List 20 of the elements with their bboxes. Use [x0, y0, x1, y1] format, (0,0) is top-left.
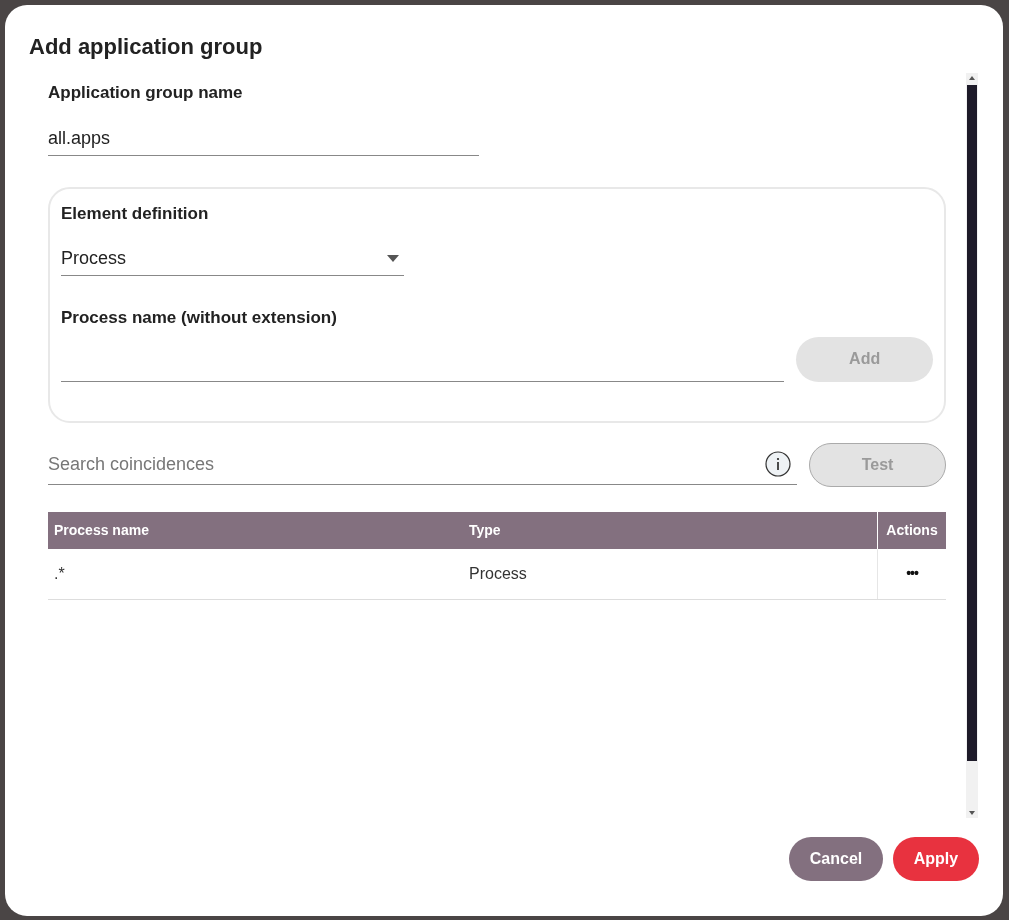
- column-header: Actions: [885, 520, 939, 540]
- table-cell-text: .*: [53, 563, 66, 584]
- field-label: Process name (without extension): [61, 307, 338, 329]
- scrollbar-thumb[interactable]: [967, 85, 977, 761]
- table-cell: Process: [463, 548, 878, 599]
- type-select[interactable]: Process: [61, 242, 404, 276]
- section-title: Element definition: [61, 202, 210, 225]
- column-header[interactable]: Type: [463, 511, 878, 549]
- field-label: Application group name: [48, 82, 244, 104]
- actions-menu-button[interactable]: •••: [878, 548, 946, 599]
- apply-button[interactable]: Apply: [893, 837, 979, 881]
- group-name-field[interactable]: all.apps: [48, 121, 479, 156]
- scroll-down-arrow-icon[interactable]: [969, 811, 975, 815]
- dialog-title: Add application group: [29, 36, 264, 58]
- scroll-up-arrow-icon[interactable]: [969, 76, 975, 80]
- scrollbar[interactable]: [966, 73, 978, 818]
- dropdown-caret-icon: [387, 255, 399, 262]
- column-header[interactable]: Process name: [48, 511, 463, 549]
- info-icon[interactable]: [765, 451, 791, 477]
- cancel-button[interactable]: Cancel: [789, 837, 883, 881]
